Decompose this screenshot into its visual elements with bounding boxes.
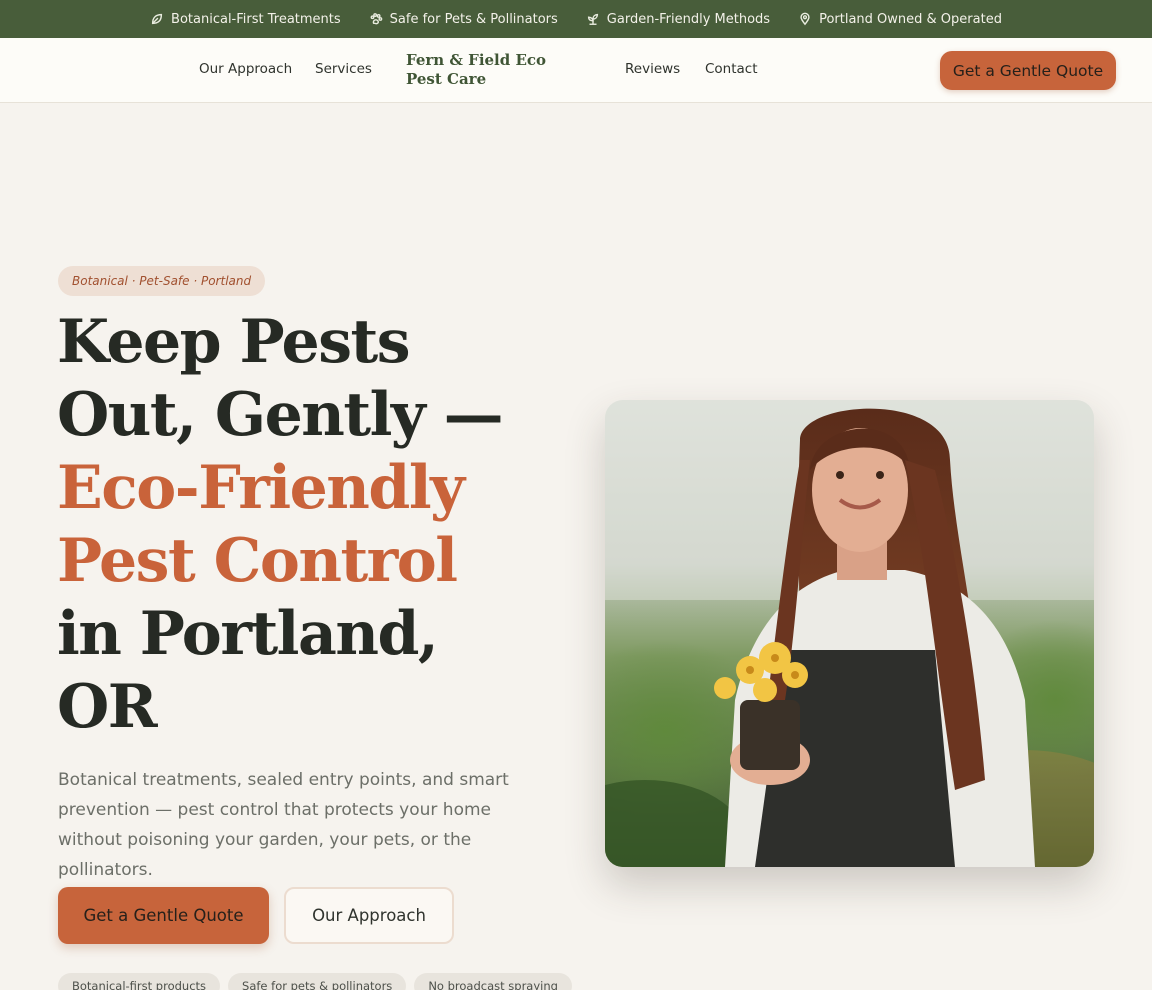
nav-link-our-approach[interactable]: Our Approach xyxy=(199,61,292,77)
hero-title-accent-line: Pest Control xyxy=(57,526,458,596)
site-header: Our Approach Services Fern & Field Eco P… xyxy=(0,38,1152,103)
hero-title-accent-line: Eco-Friendly xyxy=(57,453,465,523)
topbar-item-portland: Portland Owned & Operated xyxy=(798,12,1002,27)
hero-title-line: in Portland, xyxy=(57,599,439,669)
hero-title: Keep Pests Out, Gently — Eco-Friendly Pe… xyxy=(57,306,557,744)
top-announcement-bar: Botanical-First Treatments Safe for Pets… xyxy=(0,0,1152,38)
map-pin-icon xyxy=(800,12,810,26)
nav-link-services[interactable]: Services xyxy=(315,61,372,77)
topbar-label: Garden-Friendly Methods xyxy=(606,11,771,27)
hero-approach-button[interactable]: Our Approach xyxy=(284,887,454,944)
leaf-icon xyxy=(151,13,163,25)
nav-link-reviews[interactable]: Reviews xyxy=(625,61,680,77)
hero-title-line: Out, Gently — xyxy=(57,380,504,450)
sprout-icon xyxy=(587,13,598,25)
header-quote-button[interactable]: Get a Gentle Quote xyxy=(940,51,1116,90)
feature-pill: Botanical-first products xyxy=(58,973,221,990)
gardener-with-flowers-image xyxy=(605,400,1094,867)
hero-title-line: OR xyxy=(57,672,158,742)
hero-title-line: Keep Pests xyxy=(57,307,410,377)
topbar-item-botanical: Botanical-First Treatments xyxy=(150,12,341,27)
hero-photo xyxy=(605,400,1094,867)
feature-pill: Safe for pets & pollinators xyxy=(228,973,407,990)
topbar-label: Safe for Pets & Pollinators xyxy=(389,11,558,27)
paw-icon xyxy=(370,13,382,25)
topbar-label: Portland Owned & Operated xyxy=(819,11,1002,27)
feature-pill: No broadcast spraying xyxy=(414,973,572,990)
nav-link-contact[interactable]: Contact xyxy=(705,61,758,77)
topbar-item-garden: Garden-Friendly Methods xyxy=(586,12,770,27)
hero-subtitle: Botanical treatments, sealed entry point… xyxy=(58,770,509,880)
topbar-item-pets: Safe for Pets & Pollinators xyxy=(369,12,558,27)
hero-quote-button[interactable]: Get a Gentle Quote xyxy=(58,887,269,944)
brand-logo[interactable]: Fern & Field Eco Pest Care xyxy=(406,51,586,89)
hero-tagline-badge: Botanical · Pet-Safe · Portland xyxy=(58,266,266,296)
hero-feature-pills: Botanical-first products Safe for pets &… xyxy=(58,973,572,990)
topbar-label: Botanical-First Treatments xyxy=(171,11,341,27)
